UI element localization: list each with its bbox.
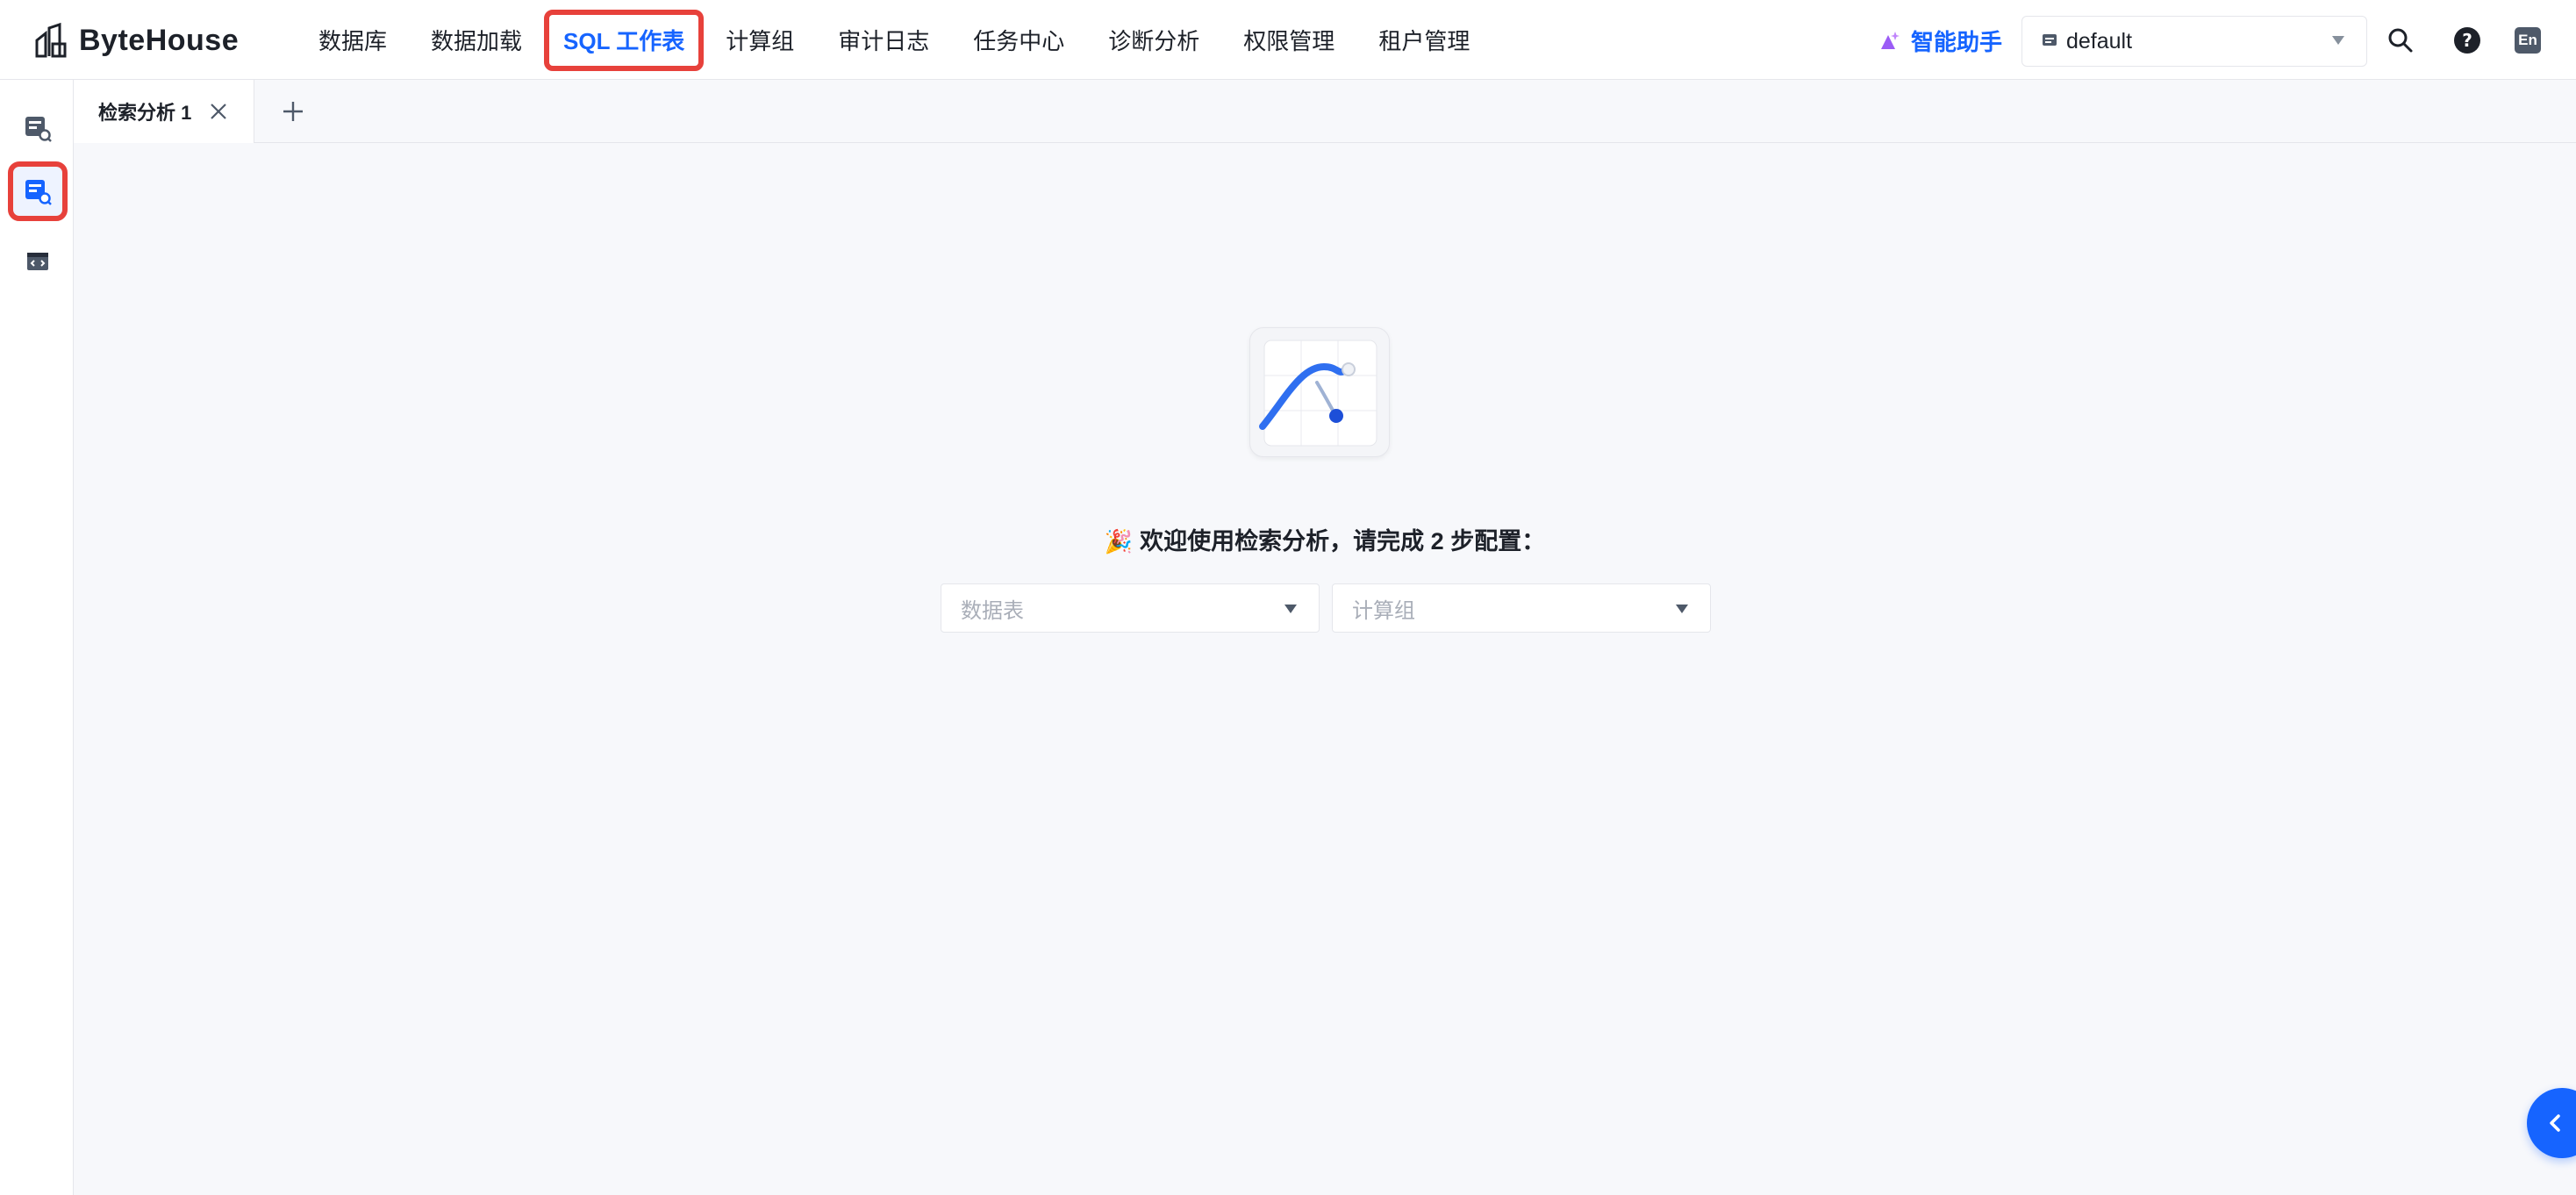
search-icon[interactable] [2385, 25, 2416, 56]
compute-group-placeholder: 计算组 [1352, 598, 1415, 623]
language-badge: En [2515, 27, 2541, 54]
rail-code-panel-button[interactable] [11, 234, 65, 289]
main-content: 🎉 欢迎使用检索分析，请完成 2 步配置： 数据表 计算组 [74, 143, 2576, 1195]
nav-item-compute-group[interactable]: 计算组 [704, 10, 816, 71]
bytehouse-logo[interactable]: ByteHouse [33, 19, 239, 61]
tab-bar: 检索分析 1 [74, 80, 2576, 143]
compute-group-select[interactable]: 计算组 [1332, 583, 1711, 633]
data-table-placeholder: 数据表 [961, 598, 1024, 623]
code-panel-icon [27, 253, 48, 270]
tab-search-analysis-1[interactable]: 检索分析 1 [74, 80, 254, 143]
brand-name: ByteHouse [79, 23, 240, 57]
data-table-select[interactable]: 数据表 [941, 583, 1320, 633]
chart-illustration-icon [1249, 327, 1390, 457]
nav-item-data-loading[interactable]: 数据加载 [409, 10, 544, 71]
close-icon[interactable] [208, 101, 229, 122]
ai-assistant-button[interactable]: 智能助手 [1878, 21, 2002, 60]
chevron-down-icon [1676, 605, 1688, 613]
nav-item-database[interactable]: 数据库 [297, 10, 409, 71]
tab-label: 检索分析 1 [98, 102, 192, 124]
nav-item-permissions[interactable]: 权限管理 [1221, 10, 1356, 71]
bytehouse-logo-icon [35, 22, 67, 58]
chevron-down-icon [2332, 36, 2344, 45]
nav-item-task-center[interactable]: 任务中心 [951, 10, 1086, 71]
nav-item-tenant[interactable]: 租户管理 [1356, 10, 1492, 71]
rail-search-analysis-button[interactable] [8, 161, 68, 221]
chevron-down-icon [1284, 605, 1297, 613]
main-nav: 数据库 数据加载 SQL 工作表 计算组 审计日志 任务中心 诊断分析 权限管理… [297, 0, 1492, 80]
left-rail [0, 80, 74, 1195]
sql-query-icon [25, 117, 52, 142]
search-analysis-icon [25, 180, 52, 205]
ai-assistant-label: 智能助手 [1911, 28, 2003, 55]
party-emoji: 🎉 [1104, 528, 1134, 555]
language-icon[interactable]: En [2512, 25, 2544, 56]
sparkle-icon [1881, 32, 1900, 49]
nav-item-sql-worksheet[interactable]: SQL 工作表 [544, 9, 705, 71]
top-navigation-bar: ByteHouse 数据库 数据加载 SQL 工作表 计算组 审计日志 任务中心… [0, 0, 2576, 80]
nav-item-diagnosis[interactable]: 诊断分析 [1086, 10, 1221, 71]
chevron-left-icon [2550, 1114, 2560, 1132]
add-tab-icon[interactable] [279, 97, 307, 125]
rail-sql-query-button[interactable] [11, 101, 65, 155]
workspace-select[interactable]: default [2021, 16, 2367, 67]
welcome-message: 🎉 欢迎使用检索分析，请完成 2 步配置： [74, 522, 2576, 556]
welcome-text: 欢迎使用检索分析，请完成 2 步配置： [1140, 528, 1546, 555]
help-icon[interactable]: ? [2451, 25, 2483, 56]
database-icon [2043, 34, 2057, 46]
workspace-value: default [2066, 28, 2133, 54]
svg-text:?: ? [2462, 30, 2472, 51]
nav-item-audit-log[interactable]: 审计日志 [816, 10, 951, 71]
